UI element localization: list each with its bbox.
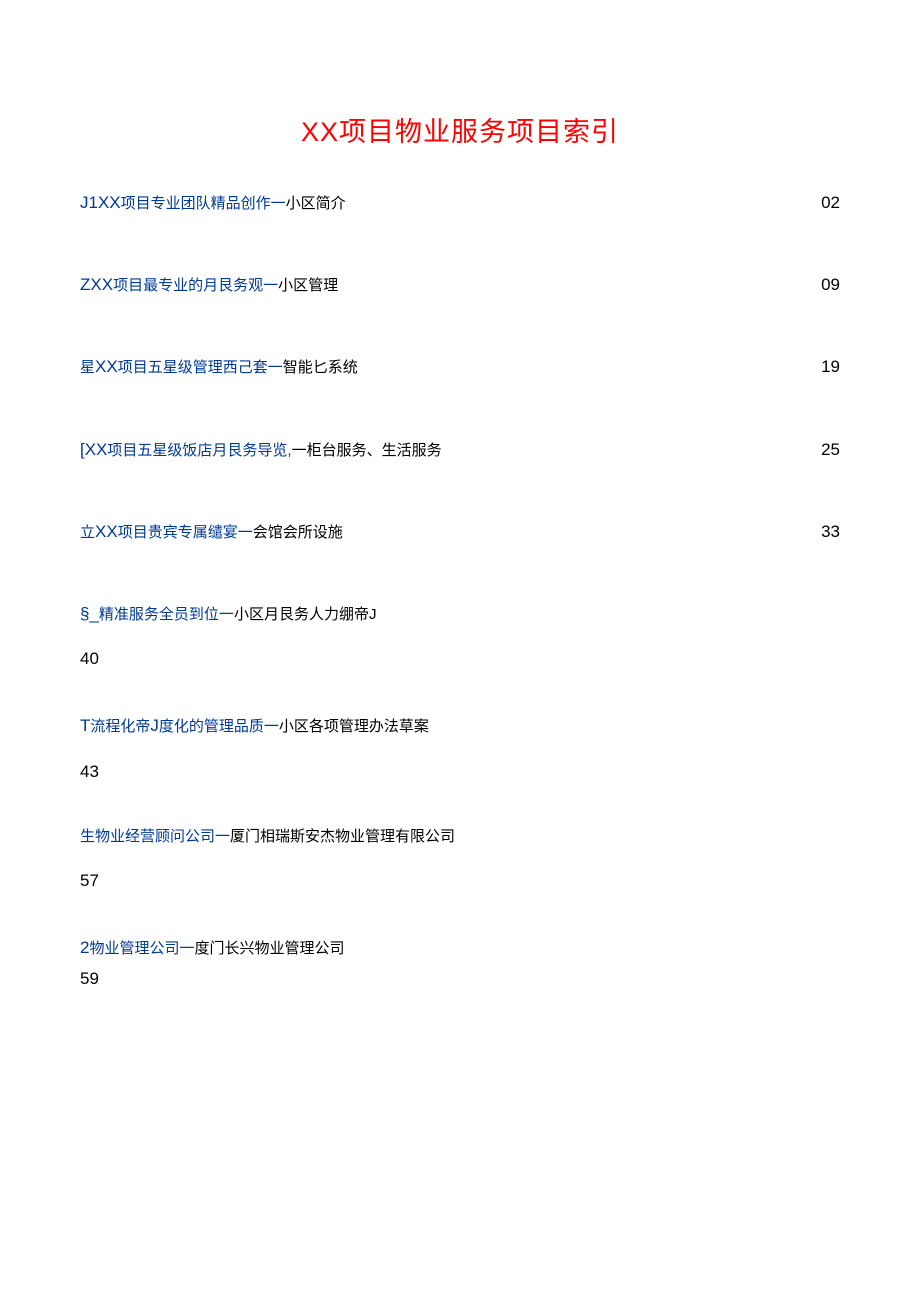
toc-entry: 2物业管理公司一度门长兴物业管理公司 59 [80,934,840,992]
toc-link[interactable]: 生物业经营顾问公司一 [80,828,230,845]
toc-label: 立XX项目贵宾专属缱宴一会馆会所设施 [80,518,821,545]
toc-entry: ZXX项目最专业的月艮务观一小区管理 09 [80,271,840,298]
toc-page-number: 33 [821,518,840,545]
toc-text: 小区各项管理办法草案 [279,718,429,735]
toc-entry: J1XX项目专业团队精品创作一小区简介 02 [80,189,840,216]
toc-entry: 立XX项目贵宾专属缱宴一会馆会所设施 33 [80,518,840,545]
toc-label: 生物业经营顾问公司一厦门相瑞斯安杰物业管理有限公司 [80,825,840,849]
toc-label: [XX项目五星级饭店月艮务导览,一柜台服务、生活服务 [80,436,821,463]
toc-entry: 生物业经营顾问公司一厦门相瑞斯安杰物业管理有限公司 57 [80,825,840,894]
toc-page-number: 40 [80,645,840,672]
toc-link[interactable]: 2物业管理公司一 [80,940,194,957]
toc-link[interactable]: ZXX项目最专业的月艮务观一 [80,277,278,294]
toc-entry: [XX项目五星级饭店月艮务导览,一柜台服务、生活服务 25 [80,436,840,463]
toc-page-number: 25 [821,436,840,463]
toc-text: 智能匕系统 [283,359,358,376]
toc-page-number: 57 [80,867,840,894]
toc-text: 小区管理 [278,277,338,294]
toc-link[interactable]: J1XX项目专业团队精品创作一 [80,195,286,212]
toc-label: 星XX项目五星级管理西己套一智能匕系统 [80,353,821,380]
toc-link[interactable]: [XX项目五星级饭店月艮务导览, [80,442,292,459]
toc-text: 小区月艮务人力绷帝J [234,606,377,623]
toc-text: 一柜台服务、生活服务 [292,442,442,459]
toc-page-number: 09 [821,271,840,298]
toc-link[interactable]: 星XX项目五星级管理西己套一 [80,359,283,376]
toc-entry: T流程化帝J度化的管理品质一小区各项管理办法草案 43 [80,712,840,784]
toc-text: 厦门相瑞斯安杰物业管理有限公司 [230,828,455,845]
toc-label: §_精准服务全员到位一小区月艮务人力绷帝J [80,600,840,627]
document-title: XX项目物业服务项目索引 [80,110,840,149]
toc-label: ZXX项目最专业的月艮务观一小区管理 [80,271,821,298]
toc-entry: 星XX项目五星级管理西己套一智能匕系统 19 [80,353,840,380]
toc-text: 度门长兴物业管理公司 [194,940,344,957]
toc-page-number: 59 [80,965,840,992]
title-prefix: XX [301,117,339,147]
toc-page-number: 19 [821,353,840,380]
toc-page-number: 02 [821,189,840,216]
title-suffix: 项目物业服务项目索引 [339,117,619,147]
toc-link[interactable]: T流程化帝J度化的管理品质一 [80,718,279,735]
toc-link[interactable]: §_精准服务全员到位一 [80,606,234,623]
toc-entry: §_精准服务全员到位一小区月艮务人力绷帝J 40 [80,600,840,672]
toc-text: 会馆会所设施 [253,524,343,541]
toc-text: 小区简介 [286,195,346,212]
toc-label: J1XX项目专业团队精品创作一小区简介 [80,189,821,216]
toc-link[interactable]: 立XX项目贵宾专属缱宴一 [80,524,253,541]
toc-label: T流程化帝J度化的管理品质一小区各项管理办法草案 [80,712,840,739]
toc-label: 2物业管理公司一度门长兴物业管理公司 [80,934,840,961]
toc-page-number: 43 [80,758,840,785]
